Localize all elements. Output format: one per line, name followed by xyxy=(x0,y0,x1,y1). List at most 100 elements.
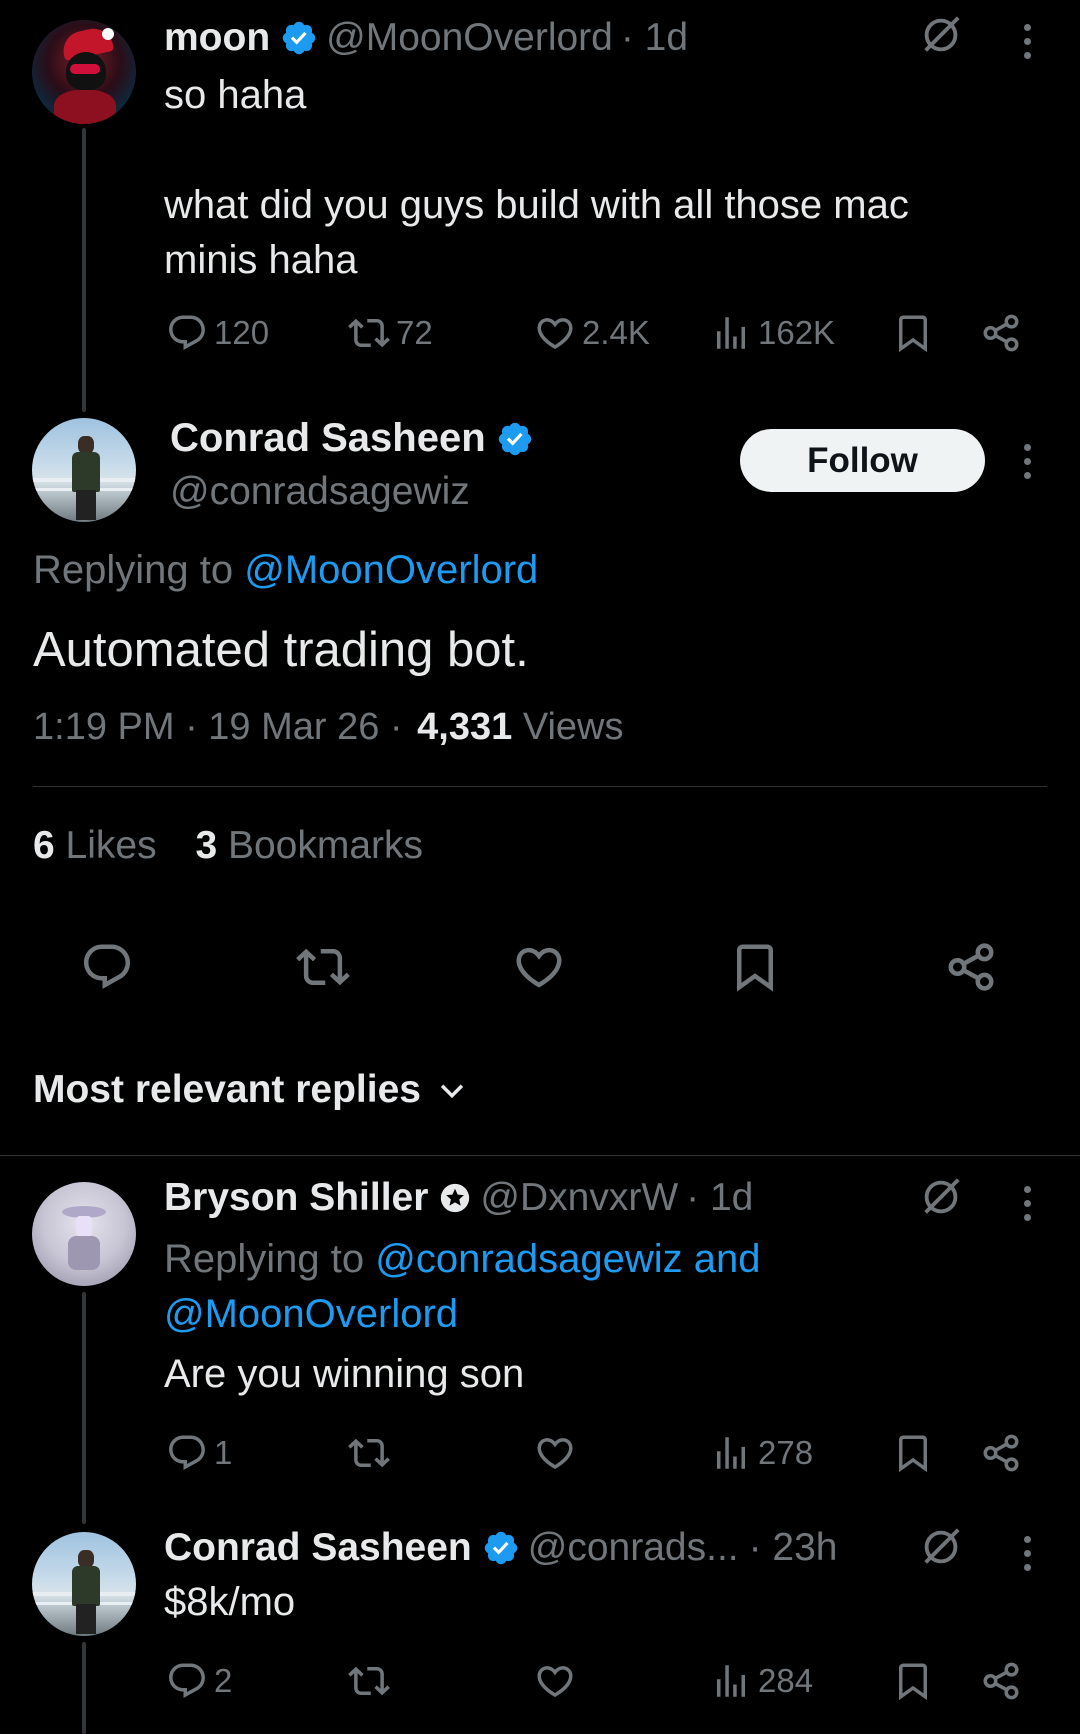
tweet-text-line: so haha xyxy=(164,73,307,117)
bookmark-icon xyxy=(892,1432,934,1474)
verified-badge-icon xyxy=(482,1529,520,1567)
tweet-text: $8k/mo xyxy=(164,1580,296,1624)
sort-label: Most relevant replies xyxy=(33,1068,421,1111)
like-button[interactable]: 2.4K xyxy=(534,312,650,354)
avatar-conrad[interactable] xyxy=(32,418,136,522)
grok-icon[interactable] xyxy=(918,1524,964,1575)
repost-icon xyxy=(296,940,350,994)
replying-to-link[interactable]: @MoonOverlord xyxy=(164,1287,761,1342)
avatar-conrad[interactable] xyxy=(32,1532,136,1636)
bookmark-button[interactable] xyxy=(892,1660,934,1702)
views-icon xyxy=(710,1660,752,1702)
reply-button[interactable]: 1 xyxy=(166,1432,232,1474)
reply-count: 120 xyxy=(214,314,270,351)
bookmark-button[interactable] xyxy=(728,940,782,999)
verified-badge-icon xyxy=(280,19,318,57)
more-options-icon[interactable] xyxy=(1022,24,1032,64)
thread-line xyxy=(82,128,86,412)
share-button[interactable] xyxy=(980,1660,1022,1702)
reply-button[interactable]: 120 xyxy=(166,312,269,354)
thread-line xyxy=(82,1642,86,1734)
bookmark-button[interactable] xyxy=(892,312,934,354)
like-button[interactable] xyxy=(534,1660,576,1702)
reply-icon xyxy=(166,1432,208,1474)
repost-button[interactable]: 72 xyxy=(348,312,433,354)
tweet-text-line: minis haha xyxy=(164,238,358,282)
share-icon xyxy=(980,1660,1022,1702)
replying-to-prefix: Replying to xyxy=(33,548,234,592)
more-options-icon[interactable] xyxy=(1022,444,1032,484)
repost-button[interactable] xyxy=(348,1432,390,1474)
author-name[interactable]: Conrad Sasheen xyxy=(170,416,486,461)
bookmark-button[interactable] xyxy=(892,1432,934,1474)
views-count: 162K xyxy=(758,314,836,351)
like-button[interactable] xyxy=(534,1432,576,1474)
tweet-text: Automated trading bot. xyxy=(33,623,529,677)
heart-icon xyxy=(534,1432,576,1474)
divider xyxy=(0,1155,1080,1156)
repost-icon xyxy=(348,312,390,354)
author-handle[interactable]: @conrads... xyxy=(528,1526,739,1570)
author-name[interactable]: moon xyxy=(164,16,270,60)
reply-icon xyxy=(80,940,134,994)
views-button[interactable]: 278 xyxy=(710,1432,813,1474)
bookmarks-stat[interactable]: 3 Bookmarks xyxy=(195,824,423,867)
replying-to-link[interactable]: @MoonOverlord xyxy=(244,548,538,592)
bookmark-icon xyxy=(728,940,782,994)
grok-icon[interactable] xyxy=(918,1174,964,1225)
divider xyxy=(33,786,1047,787)
reply-button[interactable] xyxy=(80,940,134,999)
sort-replies-dropdown[interactable]: Most relevant replies xyxy=(33,1068,469,1112)
reply-icon xyxy=(166,312,208,354)
author-name[interactable]: Bryson Shiller xyxy=(164,1176,428,1220)
reply-count: 2 xyxy=(214,1662,233,1699)
tweet-text-line: what did you guys build with all those m… xyxy=(164,183,909,227)
repost-count: 72 xyxy=(396,314,433,351)
repost-icon xyxy=(348,1660,390,1702)
thread-line xyxy=(82,1292,86,1524)
avatar-bryson[interactable] xyxy=(32,1182,136,1286)
author-name[interactable]: Conrad Sasheen xyxy=(164,1526,472,1570)
replying-to-prefix: Replying to xyxy=(164,1237,365,1281)
tweet-time[interactable]: · 1d xyxy=(621,16,688,60)
share-button[interactable] xyxy=(980,312,1022,354)
bookmark-icon xyxy=(892,312,934,354)
share-button[interactable] xyxy=(980,1432,1022,1474)
verified-badge-icon xyxy=(496,420,534,458)
repost-button[interactable] xyxy=(348,1660,390,1702)
views-label: Views xyxy=(522,706,624,748)
views-count: 278 xyxy=(758,1434,814,1471)
reply-count: 1 xyxy=(214,1434,233,1471)
tweet-timestamp[interactable]: 1:19 PM · 19 Mar 26 · xyxy=(33,706,403,748)
views-count: 284 xyxy=(758,1662,814,1699)
tweet-text: Are you winning son xyxy=(164,1352,525,1396)
likes-count: 6 xyxy=(33,824,55,867)
chevron-down-icon xyxy=(440,1084,464,1099)
avatar-moon[interactable] xyxy=(32,20,136,124)
more-options-icon[interactable] xyxy=(1022,1536,1032,1576)
reply-button[interactable]: 2 xyxy=(166,1660,232,1702)
share-icon xyxy=(980,1432,1022,1474)
repost-button[interactable] xyxy=(296,940,350,999)
likes-stat[interactable]: 6 Likes xyxy=(33,824,167,867)
bookmarks-count: 3 xyxy=(195,824,218,867)
bookmarks-label: Bookmarks xyxy=(227,824,424,867)
likes-label: Likes xyxy=(65,824,157,867)
follow-button[interactable]: Follow xyxy=(740,429,985,492)
grok-icon[interactable] xyxy=(918,12,964,63)
author-handle[interactable]: @conradsagewiz xyxy=(170,470,470,514)
views-button[interactable]: 162K xyxy=(710,312,835,354)
author-handle[interactable]: @DxnvxrW xyxy=(480,1176,678,1220)
views-icon xyxy=(710,312,752,354)
tweet-time[interactable]: · 1d xyxy=(686,1176,753,1220)
reply-icon xyxy=(166,1660,208,1702)
more-options-icon[interactable] xyxy=(1022,1186,1032,1226)
replying-to-link[interactable]: @conradsagewiz and xyxy=(375,1237,760,1281)
views-button[interactable]: 284 xyxy=(710,1660,813,1702)
views-count: 4,331 xyxy=(417,706,513,748)
views-icon xyxy=(710,1432,752,1474)
like-button[interactable] xyxy=(512,940,566,999)
share-button[interactable] xyxy=(944,940,998,999)
author-handle[interactable]: @MoonOverlord xyxy=(326,16,613,60)
tweet-time[interactable]: · 23h xyxy=(749,1526,838,1570)
